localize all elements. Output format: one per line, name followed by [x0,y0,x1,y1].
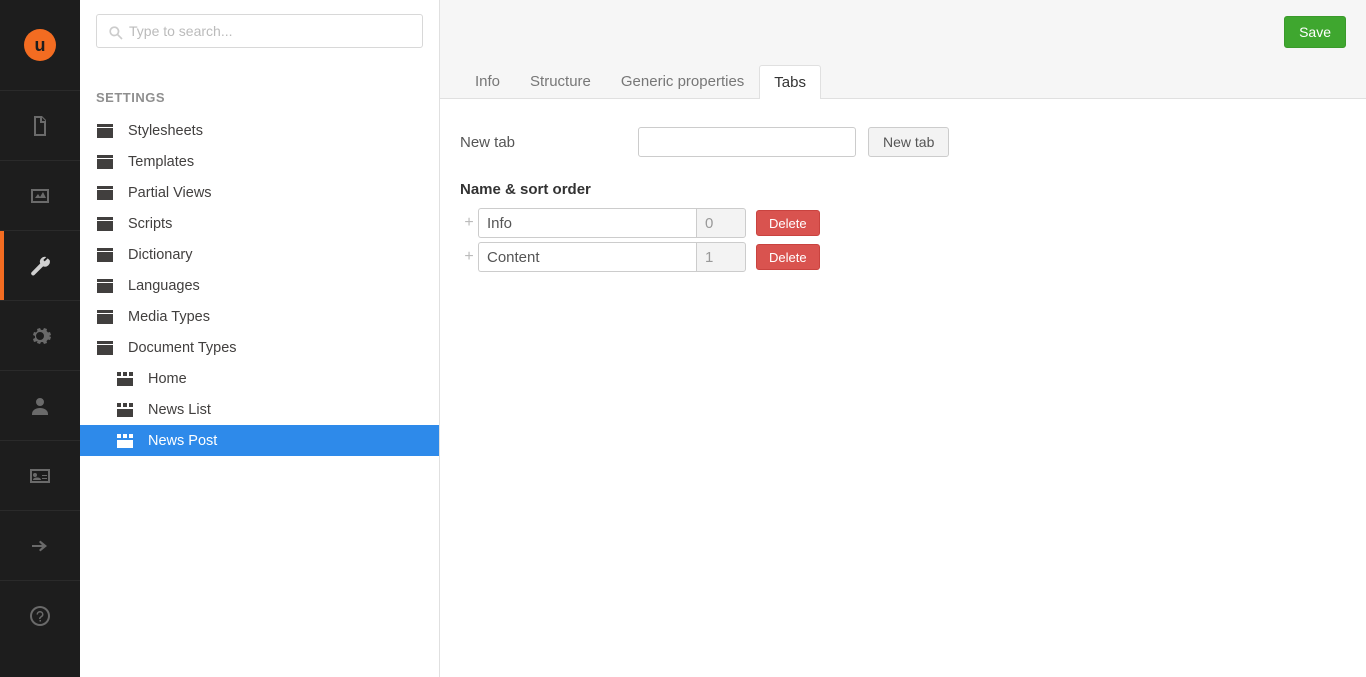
tree-node-stylesheets[interactable]: Stylesheets [80,115,439,146]
tree-panel: SETTINGS Stylesheets Templates Partial V… [80,0,440,677]
tree-label: Languages [128,278,200,294]
folder-icon [96,248,114,262]
help-icon [28,604,52,628]
folder-icon [96,217,114,231]
rail-content[interactable] [0,90,80,160]
rail-developer[interactable] [0,300,80,370]
tree-label: Templates [128,154,194,170]
tree-node-templates[interactable]: Templates [80,146,439,177]
drag-handle-icon[interactable]: + [460,248,478,266]
tree-label: News List [148,402,211,418]
doctype-icon [116,403,134,417]
main-body: New tab New tab Name & sort order + Dele… [440,99,1366,304]
new-tab-input[interactable] [638,127,856,157]
tree-child-news-post[interactable]: News Post [80,425,439,456]
tree-label: Stylesheets [128,123,203,139]
main-panel: Save Info Structure Generic properties T… [440,0,1366,677]
folder-icon [96,310,114,324]
tree-section-label: SETTINGS [80,62,439,115]
tree-search [80,0,439,62]
tree-node-partial-views[interactable]: Partial Views [80,177,439,208]
tree-child-home[interactable]: Home [80,363,439,394]
tree-label: News Post [148,433,217,449]
rail-media[interactable] [0,160,80,230]
gear-icon [28,324,52,348]
document-icon [28,114,52,138]
delete-button-1[interactable]: Delete [756,244,820,270]
delete-button-0[interactable]: Delete [756,210,820,236]
folder-icon [96,279,114,293]
tab-order-input-1[interactable] [696,242,746,272]
search-icon [106,23,126,43]
rail-help[interactable] [0,580,80,650]
rail-members[interactable] [0,440,80,510]
tab-structure[interactable]: Structure [515,64,606,98]
rail-forms[interactable] [0,510,80,580]
user-icon [28,394,52,418]
tab-row-1: + Delete [460,242,1346,272]
folder-icon [96,341,114,355]
logo-letter: u [35,35,46,56]
tree-label: Media Types [128,309,210,325]
tree-node-document-types[interactable]: Document Types [80,332,439,363]
tab-row-0: + Delete [460,208,1346,238]
editor-tabs: Info Structure Generic properties Tabs [460,64,821,98]
new-tab-row: New tab New tab [460,127,1346,157]
rail-settings[interactable] [0,230,80,300]
tab-info[interactable]: Info [460,64,515,98]
app-logo[interactable]: u [0,0,80,90]
tree-label: Scripts [128,216,172,232]
app-rail: u [0,0,80,677]
search-input[interactable] [96,14,423,48]
tree-child-news-list[interactable]: News List [80,394,439,425]
id-card-icon [28,464,52,488]
folder-icon [96,155,114,169]
tree-label: Document Types [128,340,237,356]
logo-circle: u [24,29,56,61]
tab-tabs[interactable]: Tabs [759,65,821,99]
tree-label: Partial Views [128,185,212,201]
tree-node-media-types[interactable]: Media Types [80,301,439,332]
arrow-right-icon [28,534,52,558]
tab-generic-properties[interactable]: Generic properties [606,64,759,98]
save-button[interactable]: Save [1284,16,1346,48]
tree-label: Dictionary [128,247,192,263]
drag-handle-icon[interactable]: + [460,214,478,232]
tree-list: Stylesheets Templates Partial Views Scri… [80,115,439,456]
new-tab-label: New tab [460,134,638,151]
folder-icon [96,124,114,138]
doctype-icon [116,372,134,386]
tree-node-scripts[interactable]: Scripts [80,208,439,239]
tree-node-dictionary[interactable]: Dictionary [80,239,439,270]
rail-users[interactable] [0,370,80,440]
new-tab-button[interactable]: New tab [868,127,949,157]
doctype-icon [116,434,134,448]
main-header: Save Info Structure Generic properties T… [440,0,1366,99]
image-icon [28,184,52,208]
folder-icon [96,186,114,200]
tree-label: Home [148,371,187,387]
tab-name-input-1[interactable] [478,242,696,272]
tab-order-input-0[interactable] [696,208,746,238]
name-sort-label: Name & sort order [460,181,1346,198]
tree-node-languages[interactable]: Languages [80,270,439,301]
tab-name-input-0[interactable] [478,208,696,238]
wrench-icon [28,254,52,278]
